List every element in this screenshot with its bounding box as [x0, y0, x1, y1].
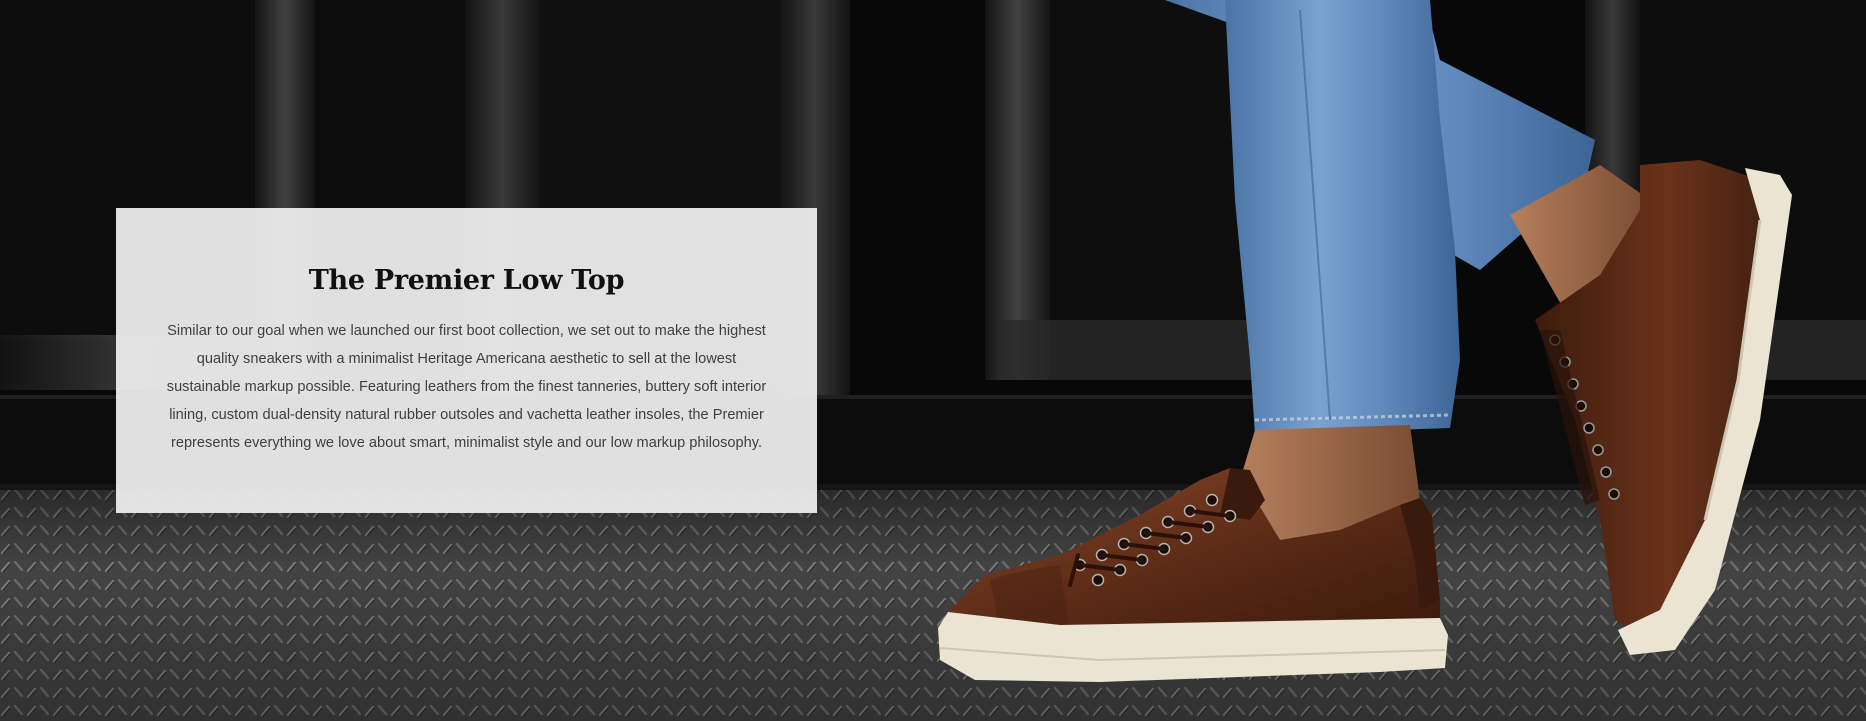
product-title: The Premier Low Top [308, 265, 625, 296]
hero-banner: The Premier Low Top Similar to our goal … [0, 0, 1866, 721]
product-info-card: The Premier Low Top Similar to our goal … [116, 208, 817, 513]
product-description: Similar to our goal when we launched our… [166, 323, 767, 451]
